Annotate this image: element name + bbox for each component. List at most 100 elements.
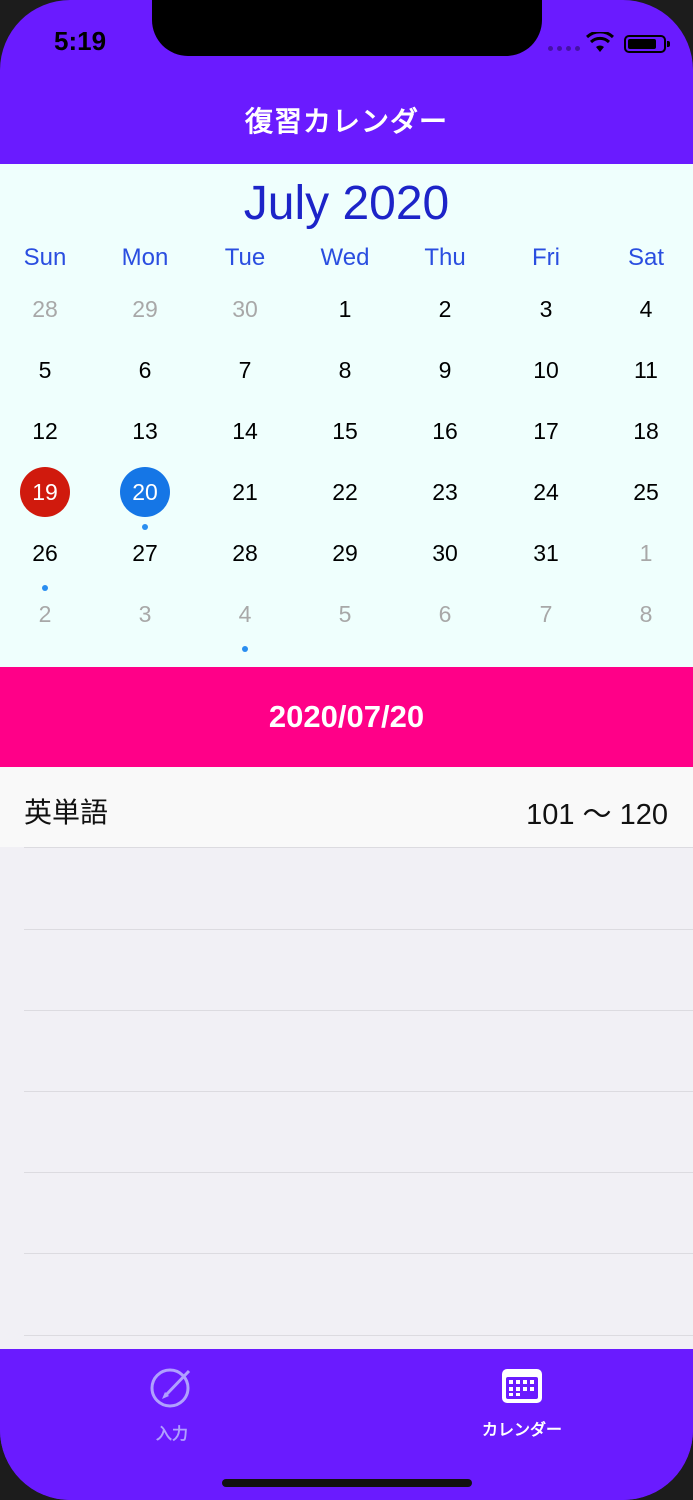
calendar-day-number: 31 <box>533 540 559 566</box>
calendar-day-number: 29 <box>132 296 158 322</box>
calendar-day[interactable]: 16 <box>405 406 485 456</box>
list-item[interactable]: 英単語 101 ～ 120 <box>0 767 693 847</box>
calendar-day-number: 17 <box>533 418 559 444</box>
weekday-label: Fri <box>532 244 560 271</box>
row-separator <box>24 1010 693 1011</box>
calendar-day[interactable]: 6 <box>105 345 185 395</box>
row-separator <box>24 847 693 848</box>
status-bar: 5:19 <box>0 0 693 90</box>
calendar-day[interactable]: 7 <box>205 345 285 395</box>
home-indicator <box>222 1479 472 1487</box>
row-separator <box>24 1253 693 1254</box>
calendar-day[interactable]: 30 <box>205 284 285 334</box>
weekday-label: Thu <box>424 244 466 271</box>
calendar-day[interactable]: 22 <box>305 467 385 517</box>
calendar-day-number: 11 <box>634 357 658 383</box>
review-list: 英単語 101 ～ 120 <box>0 767 693 1349</box>
notch <box>152 0 542 56</box>
calendar-day[interactable]: 23 <box>405 467 485 517</box>
calendar-day[interactable]: 6 <box>405 589 485 639</box>
calendar-day-number: 4 <box>639 296 653 322</box>
calendar-day-number: 28 <box>232 540 258 566</box>
calendar-day[interactable]: 28 <box>5 284 85 334</box>
month-title: July 2020 <box>243 177 450 230</box>
calendar-day[interactable]: 27 <box>105 528 185 578</box>
calendar-day[interactable]: 3 <box>105 589 185 639</box>
calendar-day[interactable]: 20 <box>105 467 185 530</box>
calendar-day-number: 6 <box>438 601 452 627</box>
calendar-day[interactable]: 18 <box>606 406 686 456</box>
calendar-day[interactable]: 7 <box>506 589 586 639</box>
calendar-day-number: 2 <box>438 296 452 322</box>
selected-date-header: 2020/07/20 <box>0 667 693 767</box>
list-item-title: 英単語 <box>24 797 109 828</box>
calendar-day[interactable]: 24 <box>506 467 586 517</box>
calendar-day-number: 20 <box>120 467 170 517</box>
row-separator <box>24 1335 693 1336</box>
calendar-day[interactable]: 21 <box>205 467 285 517</box>
calendar-day-number: 5 <box>338 601 352 627</box>
calendar-day[interactable]: 9 <box>405 345 485 395</box>
weekday-label: Sun <box>23 244 67 271</box>
calendar-day[interactable]: 2 <box>405 284 485 334</box>
calendar-day-number: 22 <box>332 479 358 505</box>
tab-bar: 入力 カレンダー <box>0 1349 693 1500</box>
calendar-day[interactable]: 14 <box>205 406 285 456</box>
row-separator <box>24 929 693 930</box>
calendar-day[interactable]: 30 <box>405 528 485 578</box>
row-separator <box>24 1091 693 1092</box>
calendar-day-number: 8 <box>338 357 352 383</box>
calendar-day[interactable]: 26 <box>5 528 85 591</box>
weekday-label: Wed <box>320 244 370 271</box>
calendar-day[interactable]: 12 <box>5 406 85 456</box>
calendar-day[interactable]: 5 <box>305 589 385 639</box>
calendar-day[interactable]: 1 <box>606 528 686 578</box>
tab-calendar-label: カレンダー <box>481 1422 562 1439</box>
calendar-day[interactable]: 11 <box>606 345 686 395</box>
calendar-day[interactable]: 29 <box>105 284 185 334</box>
calendar-day-number: 7 <box>539 601 553 627</box>
calendar-day[interactable]: 8 <box>606 589 686 639</box>
calendar-day[interactable]: 4 <box>606 284 686 334</box>
calendar-day[interactable]: 4 <box>205 589 285 652</box>
calendar-day-number: 3 <box>539 296 553 322</box>
calendar-day[interactable]: 19 <box>5 467 85 517</box>
calendar-day-number: 9 <box>438 357 452 383</box>
calendar-day-number: 8 <box>639 601 653 627</box>
calendar-day-number: 6 <box>138 357 152 383</box>
calendar-day[interactable]: 31 <box>506 528 586 578</box>
calendar-day[interactable]: 28 <box>205 528 285 578</box>
calendar-day[interactable]: 3 <box>506 284 586 334</box>
calendar-day[interactable]: 17 <box>506 406 586 456</box>
calendar-day[interactable]: 29 <box>305 528 385 578</box>
calendar-day-number: 1 <box>338 296 352 322</box>
row-separator <box>24 1172 693 1173</box>
calendar-day-number: 2 <box>38 601 52 627</box>
calendar-day-number: 27 <box>132 540 158 566</box>
calendar-day[interactable]: 10 <box>506 345 586 395</box>
weekday-label: Mon <box>121 244 169 271</box>
list-item-range: 101 ～ 120 <box>526 799 668 831</box>
calendar-day-number: 13 <box>132 418 158 444</box>
calendar-day-number: 4 <box>238 601 252 627</box>
weekday-header: Sun Mon Tue Wed Thu Fri Sat <box>0 244 693 274</box>
status-time: 5:19 <box>54 26 107 56</box>
calendar-day-number: 14 <box>232 418 258 444</box>
calendar-day[interactable]: 5 <box>5 345 85 395</box>
tab-input[interactable]: 入力 <box>92 1365 252 1444</box>
calendar-day[interactable]: 25 <box>606 467 686 517</box>
calendar-day[interactable]: 8 <box>305 345 385 395</box>
calendar-day[interactable]: 1 <box>305 284 385 334</box>
calendar-day[interactable]: 13 <box>105 406 185 456</box>
calendar-day[interactable]: 2 <box>5 589 85 639</box>
tab-input-label: 入力 <box>155 1426 188 1443</box>
calendar-day[interactable]: 15 <box>305 406 385 456</box>
calendar-day-number: 1 <box>639 540 653 566</box>
calendar-day-number: 10 <box>533 357 559 383</box>
calendar-day-number: 26 <box>32 540 58 566</box>
calendar: July 2020 Sun Mon Tue Wed Thu Fri Sat 28 29 30 1 2… <box>0 164 693 667</box>
phone-screen: 5:19 復習カレンダー July 2020 Sun Mon Tue Wed Thu Fr… <box>0 0 693 1500</box>
calendar-day-number: 19 <box>20 467 70 517</box>
tab-calendar[interactable]: カレンダー <box>442 1365 602 1440</box>
calendar-day-number: 16 <box>432 418 458 444</box>
